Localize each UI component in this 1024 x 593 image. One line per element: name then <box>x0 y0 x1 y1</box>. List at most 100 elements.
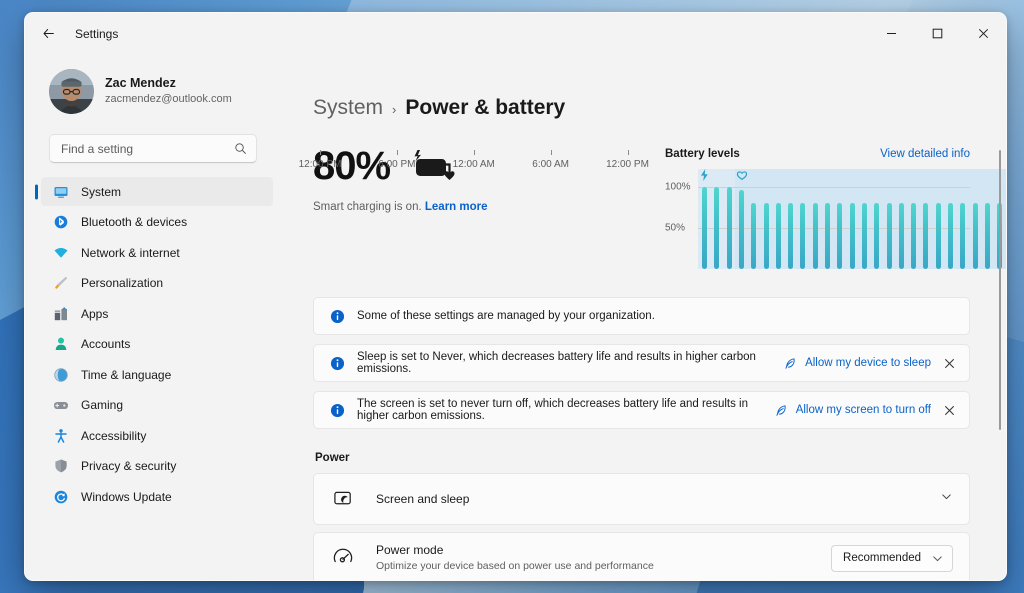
power-row-text: Power modeOptimize your device based on … <box>376 542 831 574</box>
breadcrumb-parent[interactable]: System <box>313 96 383 120</box>
sidebar-item-label: Gaming <box>81 398 123 412</box>
chart-bar <box>788 203 793 269</box>
banner-action-link[interactable]: Allow my screen to turn off <box>775 403 931 417</box>
chart-x-tick-label: 12:00 AM <box>453 159 495 170</box>
chart-bar <box>837 203 842 269</box>
banner-close-button[interactable] <box>935 349 963 377</box>
sidebar-item-system[interactable]: System <box>41 177 273 206</box>
window-title: Settings <box>75 27 118 41</box>
power-settings-list: Screen and sleep Power modeOptimize your … <box>313 473 970 580</box>
accessibility-icon <box>53 428 69 444</box>
page-title: Power & battery <box>405 96 565 120</box>
minimize-icon <box>886 28 897 39</box>
close-icon <box>978 28 989 39</box>
chart-x-tick <box>551 150 552 155</box>
sidebar-item-label: Privacy & security <box>81 459 176 473</box>
minimize-button[interactable] <box>868 13 914 54</box>
sidebar-item-label: Windows Update <box>81 490 172 504</box>
eco-leaf-icon <box>775 403 789 417</box>
chart-bar <box>874 203 879 269</box>
chart-bar <box>948 203 953 269</box>
learn-more-link[interactable]: Learn more <box>425 201 488 213</box>
content-scrollbar[interactable] <box>999 150 1002 430</box>
chart-gridline <box>698 187 970 188</box>
banner-close-button[interactable] <box>935 396 963 424</box>
sidebar-item-personalization[interactable]: Personalization <box>41 269 273 298</box>
back-button[interactable] <box>33 19 63 49</box>
profile-name: Zac Mendez <box>105 76 232 91</box>
battery-summary: 80% Smart charging is on. Learn more <box>313 146 970 269</box>
sidebar-item-windows-update[interactable]: Windows Update <box>41 482 273 511</box>
notification-banners: Some of these settings are managed by yo… <box>313 297 970 429</box>
maximize-icon <box>932 28 943 39</box>
power-mode-value: Recommended <box>843 552 921 564</box>
chart-bar <box>800 203 805 269</box>
settings-window: Settings <box>24 12 1007 581</box>
sidebar-item-network-internet[interactable]: Network & internet <box>41 238 273 267</box>
power-setting-row[interactable]: Power modeOptimize your device based on … <box>313 532 970 580</box>
info-icon <box>330 309 345 324</box>
close-button[interactable] <box>960 13 1006 54</box>
content-scroller: System › Power & battery 80% <box>281 54 1006 580</box>
maximize-button[interactable] <box>914 13 960 54</box>
smart-charging-status: Smart charging is on. Learn more <box>313 201 665 213</box>
search-box[interactable] <box>49 134 257 163</box>
power-mode-dropdown[interactable]: Recommended <box>831 545 953 572</box>
power-setting-row[interactable]: Screen and sleep <box>313 473 970 525</box>
screen-sleep-icon <box>332 489 354 510</box>
shield-icon <box>53 458 69 474</box>
chart-bar <box>776 203 781 269</box>
title-bar: Settings <box>25 13 1006 54</box>
chart-bar <box>985 203 990 269</box>
window-controls <box>868 13 1006 54</box>
apps-icon <box>53 306 69 322</box>
smart-charging-text: Smart charging is on. <box>313 201 422 213</box>
search-icon <box>234 142 247 155</box>
notification-banner: Some of these settings are managed by yo… <box>313 297 970 335</box>
chart-bar <box>764 203 769 269</box>
chart-plot-area: 100%50% <box>665 169 970 269</box>
power-gauge-icon <box>332 547 354 569</box>
banner-text: The screen is set to never turn off, whi… <box>357 398 775 422</box>
chart-bar <box>911 203 916 269</box>
search-container <box>25 116 281 163</box>
chart-bar <box>813 203 818 269</box>
sidebar-item-privacy-security[interactable]: Privacy & security <box>41 452 273 481</box>
sidebar-item-gaming[interactable]: Gaming <box>41 391 273 420</box>
user-profile[interactable]: Zac Mendez zacmendez@outlook.com <box>25 54 281 116</box>
chart-x-tick <box>397 150 398 155</box>
chart-x-tick <box>628 150 629 155</box>
chart-x-tick-label: 12:00 PM <box>299 159 342 170</box>
banner-action-link[interactable]: Allow my device to sleep <box>784 356 931 370</box>
sidebar-item-time-language[interactable]: Time & language <box>41 360 273 389</box>
eco-leaf-icon <box>784 356 798 370</box>
person-icon <box>53 336 69 352</box>
banner-action-label: Allow my device to sleep <box>805 357 931 369</box>
power-section-title: Power <box>315 452 970 464</box>
chart-x-tick <box>474 150 475 155</box>
sidebar-item-apps[interactable]: Apps <box>41 299 273 328</box>
banner-text: Sleep is set to Never, which decreases b… <box>357 351 784 375</box>
wifi-icon <box>53 245 69 261</box>
info-icon <box>330 356 345 371</box>
chart-bars <box>698 169 970 269</box>
notification-banner: Sleep is set to Never, which decreases b… <box>313 344 970 382</box>
sidebar-item-label: Network & internet <box>81 246 180 260</box>
sidebar: Zac Mendez zacmendez@outlook.com <box>25 54 281 580</box>
banner-action-label: Allow my screen to turn off <box>796 404 931 416</box>
sidebar-item-label: Apps <box>81 307 108 321</box>
chevron-down-icon <box>931 552 944 565</box>
monitor-icon <box>53 184 69 200</box>
sidebar-item-accessibility[interactable]: Accessibility <box>41 421 273 450</box>
chart-x-tick-label: 6:00 AM <box>532 159 569 170</box>
search-input[interactable] <box>61 142 234 156</box>
chart-bar <box>825 203 830 269</box>
power-row-subtitle: Optimize your device based on power use … <box>376 559 831 574</box>
chevron-down-icon[interactable] <box>940 490 953 508</box>
chart-bar <box>714 187 719 269</box>
sidebar-item-accounts[interactable]: Accounts <box>41 330 273 359</box>
sidebar-item-label: Bluetooth & devices <box>81 215 187 229</box>
sidebar-item-bluetooth-devices[interactable]: Bluetooth & devices <box>41 208 273 237</box>
chart-bar <box>862 203 867 269</box>
chart-x-axis: 12:00 PM6:00 PM12:00 AM6:00 AM12:00 PM <box>314 154 1006 176</box>
